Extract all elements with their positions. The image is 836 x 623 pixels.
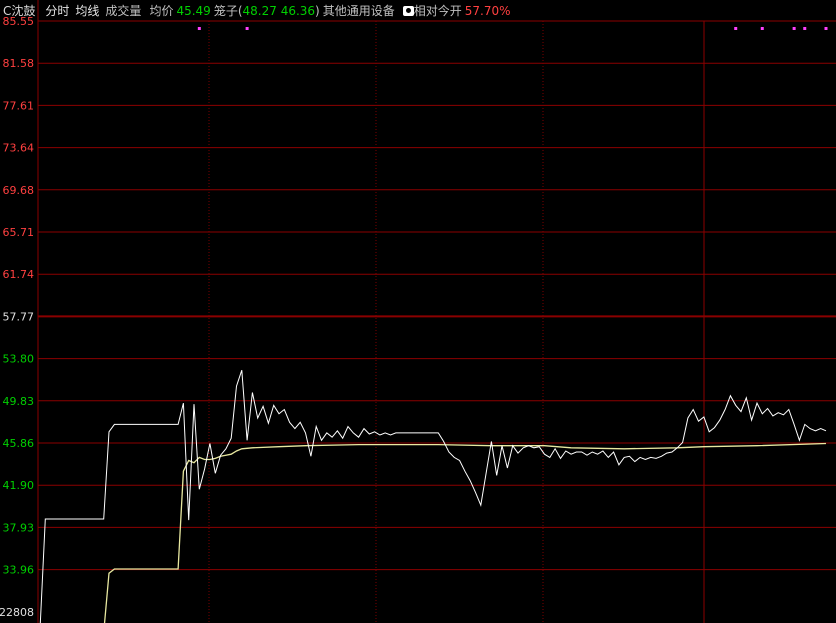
y-tick-label: 49.83	[3, 395, 35, 408]
y-tick-label: 73.64	[3, 142, 35, 155]
y-tick-label: 85.55	[3, 15, 35, 28]
top-marker	[803, 27, 807, 30]
intraday-chart[interactable]: 85.55 81.58 77.61 73.64 69.68 65.71 61.74 57.77…	[0, 0, 836, 623]
top-marker	[197, 27, 201, 30]
y-tick-label: 77.61	[3, 99, 35, 112]
y-tick-label: 33.96	[3, 564, 35, 577]
y-tick-label: 57.77	[3, 310, 35, 323]
y-tick-label: 22808	[0, 606, 34, 619]
top-marker	[760, 27, 764, 30]
y-tick-label: 61.74	[3, 268, 35, 281]
top-marker	[734, 27, 738, 30]
y-tick-label: 69.68	[3, 184, 35, 197]
y-tick-label: 81.58	[3, 57, 35, 70]
top-marker	[245, 27, 249, 30]
average-price-line	[103, 442, 827, 623]
price-line	[39, 370, 827, 623]
top-marker	[824, 27, 828, 30]
top-marker	[792, 27, 796, 30]
top-markers	[197, 27, 828, 30]
y-axis-ticks: 85.55 81.58 77.61 73.64 69.68 65.71 61.74 57.77…	[0, 15, 34, 619]
y-tick-label: 65.71	[3, 226, 35, 239]
y-tick-label: 53.80	[3, 353, 35, 366]
y-tick-label: 37.93	[3, 521, 35, 534]
y-tick-label: 41.90	[3, 479, 35, 492]
chart-grid	[37, 0, 836, 623]
y-tick-label: 45.86	[3, 437, 35, 450]
